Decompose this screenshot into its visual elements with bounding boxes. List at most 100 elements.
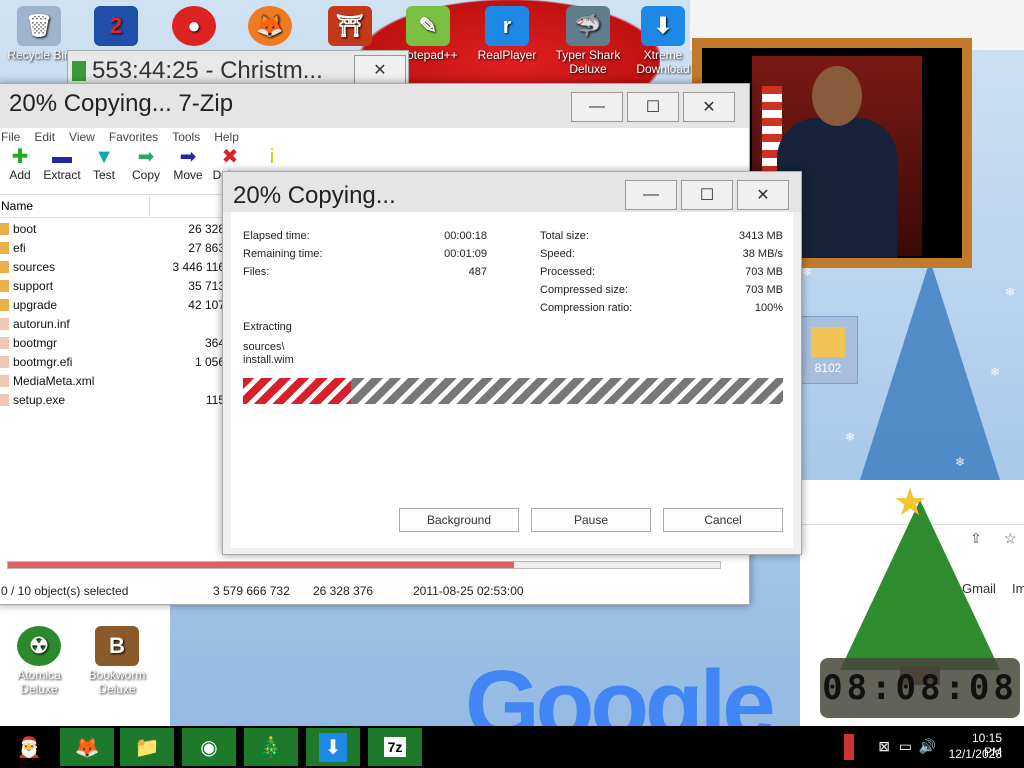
dialog-body: Elapsed time: 00:00:18 Remaining time: 0… xyxy=(231,212,793,548)
extract-button[interactable]: ▬ Extract xyxy=(41,146,83,194)
desktop-folder-8102[interactable]: 8102 xyxy=(798,316,858,384)
delete-x-icon: ✖ xyxy=(221,146,239,168)
taskbar: 🎅 🦊 📁 ◉ 🎄 ⬇ 7z ⊠ ▭ 🔊 10:15 PM 12/1/2023 xyxy=(0,726,1024,768)
cancel-button[interactable]: Cancel xyxy=(663,508,783,532)
desktop-icon-xtreme[interactable]: ⬇ Xtreme Download xyxy=(627,6,699,76)
current-path: sources\ xyxy=(243,341,285,353)
file-row[interactable]: autorun.inf xyxy=(0,315,225,334)
wallpaper-tree xyxy=(860,260,1000,480)
volume-icon[interactable]: 🔊 xyxy=(919,738,936,755)
speed-value: 38 MB/s xyxy=(742,248,783,260)
file-row[interactable]: MediaMeta.xml xyxy=(0,372,225,391)
realplayer-icon: r xyxy=(485,6,529,46)
snowflake-icon: ❄ xyxy=(1005,285,1016,299)
file-row[interactable]: bootmgr.efi 1 056 xyxy=(0,353,225,372)
power-icon[interactable]: ▭ xyxy=(899,738,912,755)
network-icon[interactable]: ⊠ xyxy=(878,738,890,755)
close-button[interactable]: ✕ xyxy=(354,55,406,85)
copy-button[interactable]: ➡ Copy xyxy=(125,146,167,194)
file-name: sources xyxy=(13,260,56,274)
taskbar-christmas-tree[interactable]: 🎄 xyxy=(244,728,298,766)
close-button[interactable]: ✕ xyxy=(683,92,735,122)
folder-icon xyxy=(811,327,845,357)
menu-tools[interactable]: Tools xyxy=(172,130,200,144)
file-row[interactable]: boot 26 328 xyxy=(0,220,225,239)
download-arrow-icon: ⬇ xyxy=(318,732,348,762)
chrome-icon: ◉ xyxy=(200,736,218,759)
file-row[interactable]: setup.exe 115 xyxy=(0,391,225,410)
clock-gadget[interactable]: 08:08:08 xyxy=(820,658,1020,718)
test-button[interactable]: ▼ Test xyxy=(83,146,125,194)
taskbar-7zip[interactable]: 7z xyxy=(368,728,422,766)
maximize-button[interactable]: ☐ xyxy=(681,180,733,210)
file-row[interactable]: upgrade 42 107 xyxy=(0,296,225,315)
window-title: 20% Copying... 7-Zip xyxy=(9,90,234,117)
folder-icon xyxy=(0,242,9,254)
file-row[interactable]: bootmgr 364 xyxy=(0,334,225,353)
desktop-icon-bookworm[interactable]: B Bookworm Deluxe xyxy=(81,626,153,696)
desktop-icon-realplayer[interactable]: r RealPlayer xyxy=(471,6,543,62)
star-icon: ★ xyxy=(893,482,928,524)
menu-file[interactable]: File xyxy=(1,130,20,144)
maximize-icon: ☐ xyxy=(645,99,661,116)
clock-date[interactable]: 12/1/2023 xyxy=(949,747,1002,761)
toolbar-label: Copy xyxy=(131,168,160,182)
notification-flag-icon[interactable] xyxy=(844,734,854,760)
person-head xyxy=(812,66,862,126)
desktop-icon-q2[interactable]: 2 xyxy=(80,6,152,48)
file-size: 42 107 xyxy=(188,298,225,312)
taskbar-download[interactable]: ⬇ xyxy=(306,728,360,766)
folder-icon: 📁 xyxy=(134,736,160,759)
toolbar-label: Extract xyxy=(43,168,81,182)
desktop-icon-zuma[interactable]: ● xyxy=(158,6,230,48)
move-arrow-icon: ➡ xyxy=(179,146,197,168)
close-icon: ✕ xyxy=(373,62,387,79)
folder-icon xyxy=(0,223,9,235)
tree-icon xyxy=(72,61,86,81)
window-titlebar[interactable]: 20% Copying... 7-Zip — ☐ ✕ xyxy=(0,84,749,128)
menu-view[interactable]: View xyxy=(69,130,95,144)
copy-progress-bar xyxy=(243,378,783,404)
total-size-value: 3413 MB xyxy=(738,230,783,242)
maximize-button[interactable]: ☐ xyxy=(627,92,679,122)
taskbar-file-explorer[interactable]: 📁 xyxy=(120,728,174,766)
taskbar-firefox[interactable]: 🦊 xyxy=(60,728,114,766)
info-icon: i xyxy=(269,146,275,168)
images-link[interactable]: Im xyxy=(1012,581,1024,596)
desktop-icon-label: Bookworm Deluxe xyxy=(88,668,146,696)
desktop-icon-label: Atomica Deluxe xyxy=(17,668,61,696)
window-title: 553:44:25 - Christm... xyxy=(92,57,323,84)
minus-icon: ▬ xyxy=(52,146,72,168)
santa-start-icon: 🎅 xyxy=(16,736,42,759)
file-row[interactable]: efi 27 863 xyxy=(0,239,225,258)
add-button[interactable]: ✚ Add xyxy=(0,146,41,194)
desktop-icon-shrine[interactable]: ⛩ xyxy=(314,6,386,48)
file-row[interactable]: sources 3 446 116 xyxy=(0,258,225,277)
copying-dialog[interactable]: 20% Copying... — ☐ ✕ Elapsed time: 00:00… xyxy=(222,171,802,555)
dialog-titlebar[interactable]: 20% Copying... — ☐ ✕ xyxy=(223,172,801,212)
star-icon[interactable]: ☆ xyxy=(1004,530,1017,547)
snowflake-icon: ❄ xyxy=(990,365,1001,379)
column-name[interactable]: Name xyxy=(1,199,33,213)
menu-favorites[interactable]: Favorites xyxy=(109,130,158,144)
desktop-icon-recycle-bin[interactable]: 🗑 Recycle Bin xyxy=(3,6,75,62)
radiation-icon: ☢ xyxy=(17,626,61,666)
move-button[interactable]: ➡ Move xyxy=(167,146,209,194)
background-button[interactable]: Background xyxy=(399,508,519,532)
start-button[interactable]: 🎅 xyxy=(2,728,56,766)
desktop-icon-typer-shark[interactable]: 🦈 Typer Shark Deluxe xyxy=(548,6,628,76)
toolbar-label: Test xyxy=(92,168,115,182)
folder-label: 8102 xyxy=(814,361,842,375)
desktop-icon-firefox[interactable]: 🦊 xyxy=(234,6,306,48)
desktop-icon-label: Recycle Bin xyxy=(7,48,71,62)
desktop-icon-atomica[interactable]: ☢ Atomica Deluxe xyxy=(3,626,75,696)
minimize-button[interactable]: — xyxy=(625,180,677,210)
file-row[interactable]: support 35 713 xyxy=(0,277,225,296)
taskbar-chrome[interactable]: ◉ xyxy=(182,728,236,766)
close-button[interactable]: ✕ xyxy=(737,180,789,210)
minimize-button[interactable]: — xyxy=(571,92,623,122)
pause-button[interactable]: Pause xyxy=(531,508,651,532)
desktop-icon-label: Xtreme Download xyxy=(636,48,690,76)
menu-help[interactable]: Help xyxy=(214,130,239,144)
menu-edit[interactable]: Edit xyxy=(34,130,55,144)
